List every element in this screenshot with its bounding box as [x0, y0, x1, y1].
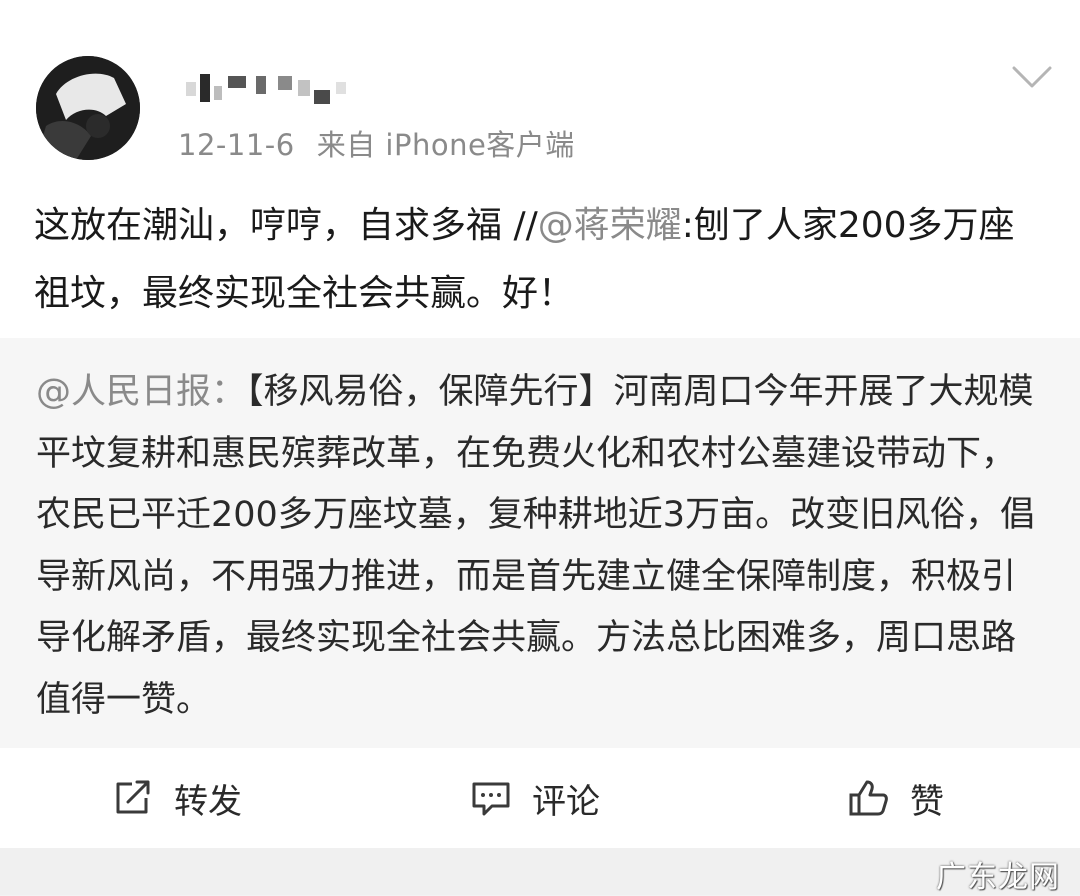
quoted-text: @人民日报：【移风易俗，保障先行】河南周口今年开展了大规模平坟复耕和惠民殡葬改革… — [36, 362, 1046, 731]
post-text-main: 这放在潮汕，哼哼，自求多福 // — [34, 205, 538, 246]
like-button[interactable]: 赞 — [848, 776, 944, 822]
watermark: 广东龙网 — [936, 860, 1060, 895]
username-blurred[interactable] — [186, 70, 366, 106]
share-icon — [116, 780, 150, 814]
comment-button[interactable]: 评论 — [470, 776, 600, 822]
thumbs-up-icon — [849, 780, 888, 816]
repost-label: 转发 — [174, 781, 242, 822]
comment-label: 评论 — [532, 781, 600, 822]
weibo-post-card: 12-11-6 来自 iPhone客户端 这放在潮汕，哼哼，自求多福 //@蒋荣耀… — [0, 0, 1080, 848]
like-label: 赞 — [910, 781, 944, 822]
comment-icon — [472, 782, 510, 816]
post-source: 来自 iPhone客户端 — [316, 128, 575, 162]
chevron-down-icon[interactable] — [1011, 62, 1053, 92]
post-text: 这放在潮汕，哼哼，自求多福 //@蒋荣耀:刨了人家200多万座祖坟，最终实现全社… — [34, 192, 1044, 328]
quoted-post[interactable]: @人民日报：【移风易俗，保障先行】河南周口今年开展了大规模平坟复耕和惠民殡葬改革… — [0, 338, 1080, 748]
bottom-divider — [0, 848, 1080, 895]
quoted-author-link[interactable]: @人民日报： — [36, 372, 246, 412]
quoted-body: 【移风易俗，保障先行】河南周口今年开展了大规模平坟复耕和惠民殡葬改革，在免费火化… — [36, 372, 1036, 720]
post-date: 12-11-6 — [178, 128, 295, 162]
post-meta: 12-11-6 来自 iPhone客户端 — [178, 122, 575, 164]
mention-link[interactable]: @蒋荣耀 — [538, 205, 682, 246]
avatar[interactable] — [36, 56, 140, 160]
action-bar: 转发 评论 赞 — [0, 748, 1080, 848]
repost-button[interactable]: 转发 — [112, 776, 242, 822]
